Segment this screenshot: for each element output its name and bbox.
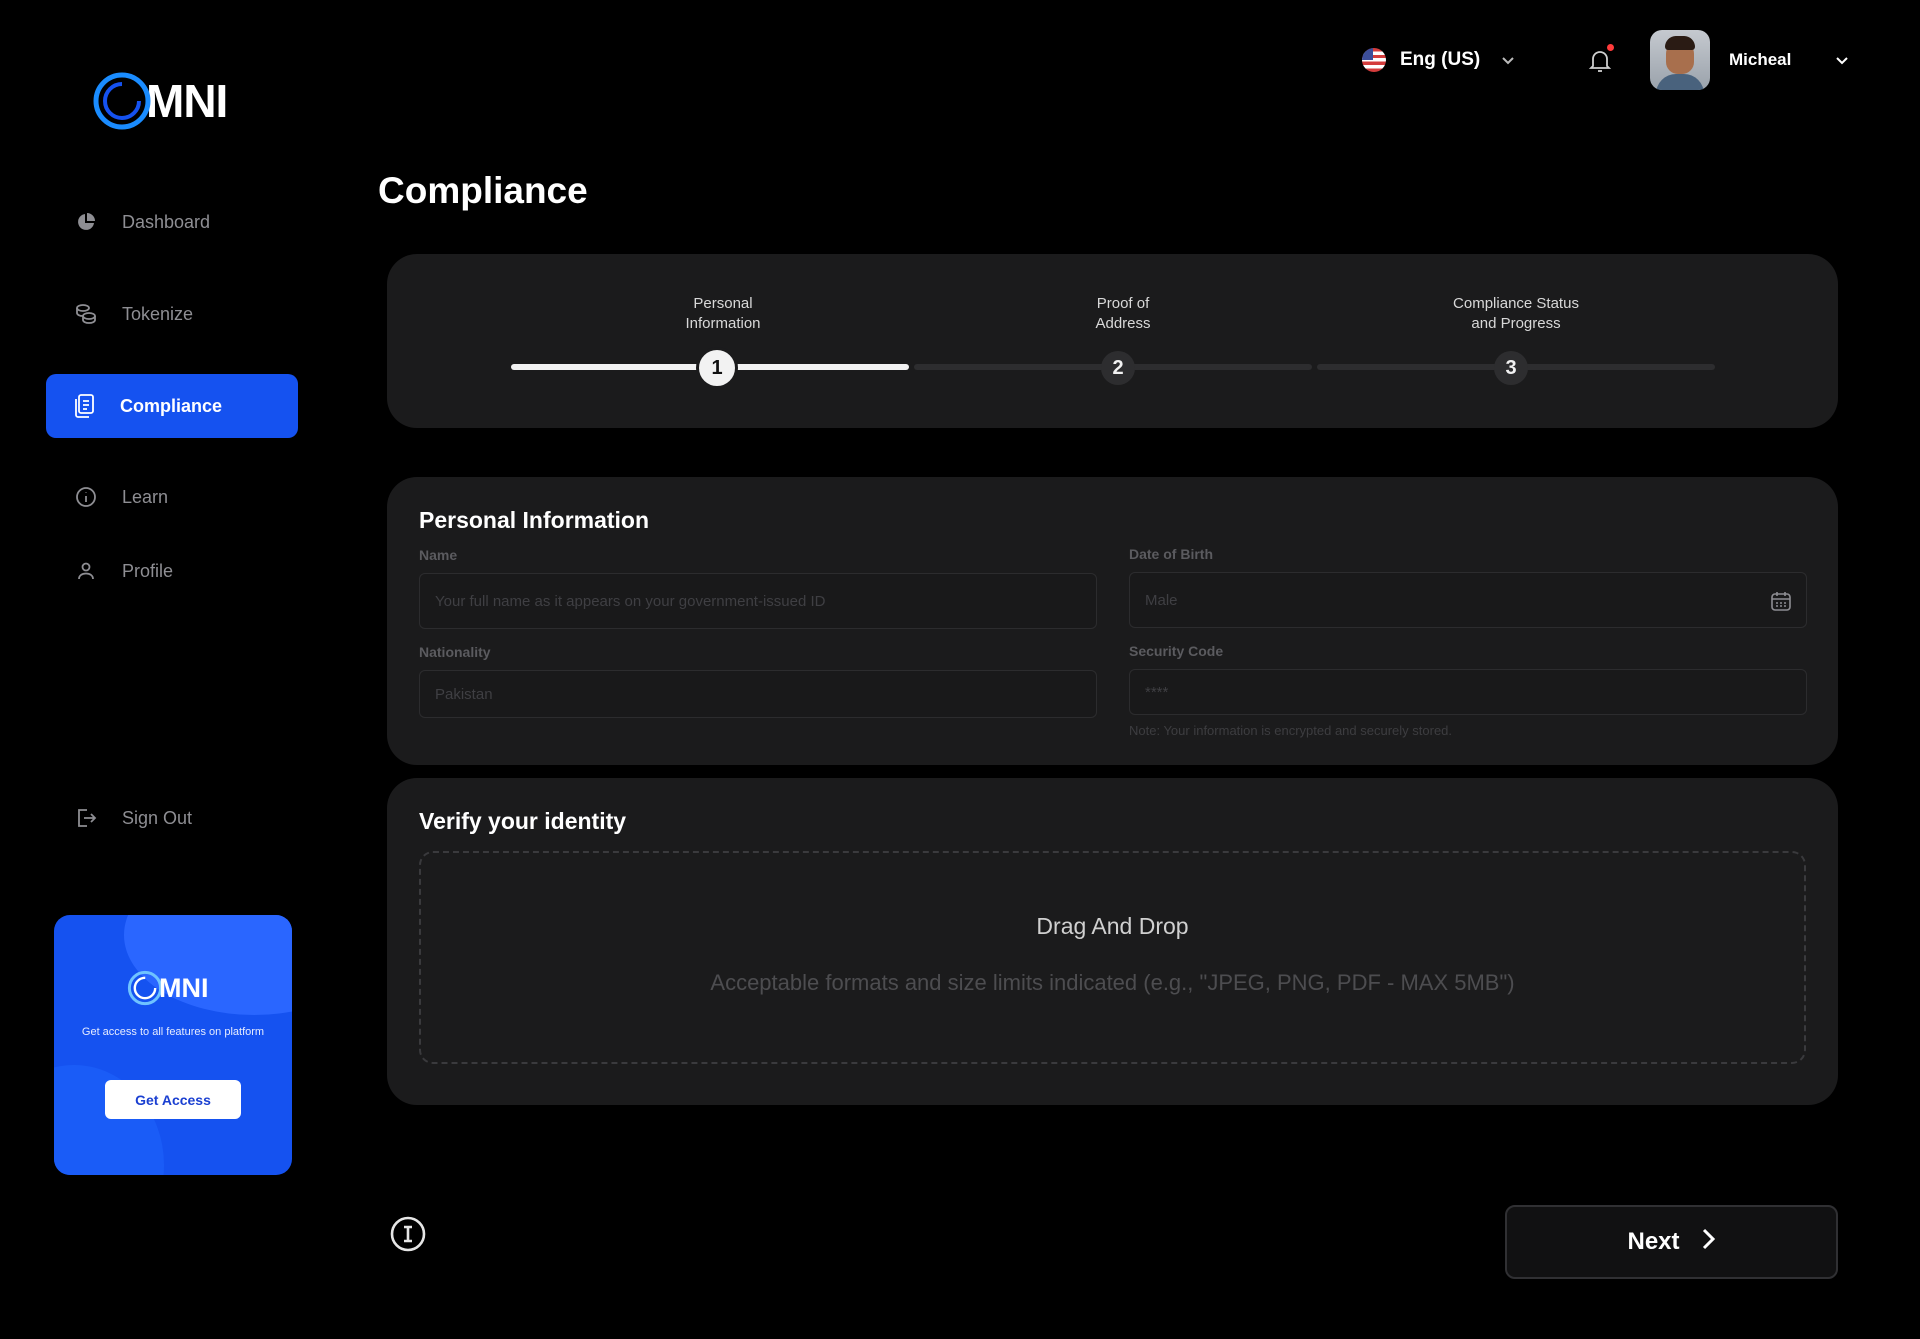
language-label: Eng (US) [1400, 49, 1481, 70]
brand-name: MNI [146, 75, 228, 127]
avatar[interactable] [1650, 30, 1710, 90]
sidebar-item-label: Profile [122, 560, 174, 581]
sidebar-item-profile[interactable]: Profile [46, 539, 298, 603]
next-label: Next [1627, 1228, 1680, 1255]
omni-ring-icon [92, 71, 152, 131]
us-flag-icon [1362, 48, 1386, 72]
sidebar-item-compliance[interactable]: Compliance [46, 374, 298, 438]
next-button[interactable]: Next [1505, 1205, 1838, 1279]
sign-out-label: Sign Out [122, 807, 193, 828]
nationality-field[interactable]: Pakistan [419, 670, 1097, 718]
omni-logo[interactable]: MNI [92, 66, 228, 136]
sidebar-item-dashboard[interactable]: Dashboard [46, 190, 298, 254]
step-label: Proof of Address [1095, 295, 1151, 332]
chevron-down-icon[interactable] [1836, 52, 1848, 70]
sidebar-item-label: Dashboard [122, 211, 211, 232]
chevron-right-icon [1702, 1228, 1716, 1257]
coins-icon [72, 300, 100, 328]
sidebar-item-learn[interactable]: Learn [46, 465, 298, 529]
sidebar-item-label: Tokenize [122, 303, 194, 324]
omni-ring-icon [127, 970, 163, 1006]
notification-bell-icon[interactable] [1588, 44, 1614, 76]
name-field[interactable]: Your full name as it appears on your gov… [419, 573, 1097, 629]
sidebar-item-tokenize[interactable]: Tokenize [46, 282, 298, 346]
name-label: Name [419, 547, 458, 563]
page-title: Compliance [378, 170, 588, 211]
language-selector[interactable]: Eng (US) [1362, 46, 1514, 74]
pie-chart-icon [72, 208, 100, 236]
personal-information-card: Personal Information Name Your full name… [387, 477, 1838, 765]
step-number-current[interactable]: 1 [696, 347, 738, 389]
chevron-down-icon [1502, 49, 1514, 71]
step-number[interactable]: 2 [1101, 351, 1135, 385]
sign-out-icon [72, 804, 100, 832]
promo-text: Get access to all features on platform [81, 1026, 265, 1038]
get-access-button[interactable]: Get Access [105, 1080, 241, 1119]
user-name[interactable]: Micheal [1729, 50, 1791, 70]
sidebar-item-label: Learn [122, 486, 169, 507]
security-note: Note: Your information is encrypted and … [1129, 723, 1453, 738]
step-label: Personal Information [685, 295, 761, 332]
info-icon[interactable] [389, 1215, 427, 1253]
file-drop-zone[interactable]: Drag And Drop Acceptable formats and siz… [419, 851, 1806, 1064]
info-icon [72, 483, 100, 511]
calendar-icon[interactable] [1770, 590, 1792, 616]
nationality-label: Nationality [419, 644, 491, 660]
drop-title: Drag And Drop [1036, 913, 1189, 939]
sidebar-item-label: Compliance [120, 395, 223, 416]
dob-value: Male [1145, 591, 1178, 609]
step-number[interactable]: 3 [1494, 351, 1528, 385]
dob-field[interactable]: Male [1129, 572, 1807, 628]
security-code-label: Security Code [1129, 643, 1224, 659]
user-icon [72, 557, 100, 585]
sign-out-button[interactable]: Sign Out [46, 786, 298, 850]
drop-subtitle: Acceptable formats and size limits indic… [710, 970, 1515, 995]
step-label: Compliance Status and Progress [1453, 295, 1579, 332]
section-title: Personal Information [419, 507, 650, 533]
promo-logo: MNI [127, 970, 209, 1006]
promo-brand-name: MNI [159, 972, 209, 1003]
notification-dot [1607, 44, 1614, 51]
dob-label: Date of Birth [1129, 546, 1213, 562]
documents-icon [70, 392, 98, 420]
section-title: Verify your identity [419, 808, 627, 834]
security-code-field[interactable]: **** [1129, 669, 1807, 715]
verify-identity-card: Verify your identity Drag And Drop Accep… [387, 778, 1838, 1105]
promo-card: MNI Get access to all features on platfo… [54, 915, 292, 1175]
stepper: Personal Information Proof of Address Co… [387, 254, 1838, 428]
